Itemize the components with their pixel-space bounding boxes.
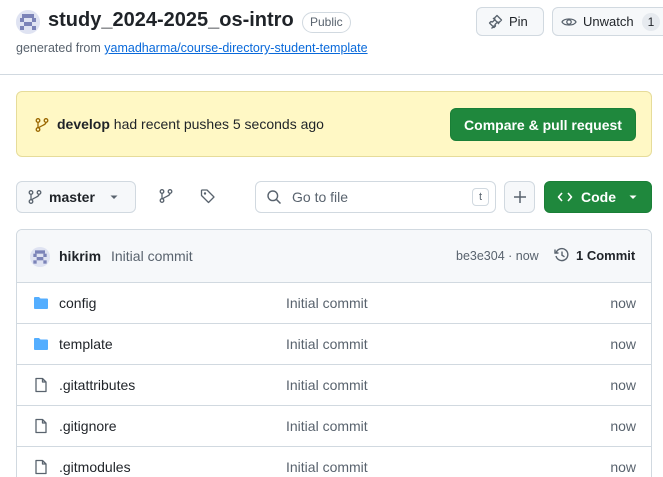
file-name[interactable]: .gitignore	[59, 418, 117, 434]
code-button-label: Code	[581, 189, 616, 205]
file-commit-message[interactable]: Initial commit	[286, 418, 368, 434]
branch-select-button[interactable]: master	[16, 181, 136, 213]
commit-hash-time[interactable]: be3e304 · now	[456, 249, 539, 263]
history-icon	[554, 247, 569, 262]
file-row[interactable]: .gitattributes Initial commit now	[17, 365, 651, 406]
generated-from: generated from yamadharma/course-directo…	[16, 41, 368, 55]
compare-pull-request-button[interactable]: Compare & pull request	[450, 108, 636, 141]
plus-icon	[513, 191, 526, 203]
template-repo-link[interactable]: yamadharma/course-directory-student-temp…	[104, 41, 367, 55]
file-row[interactable]: .gitignore Initial commit now	[17, 406, 651, 447]
file-name[interactable]: template	[59, 336, 113, 352]
file-icon	[35, 418, 47, 434]
commits-link[interactable]: 1 Commit	[554, 247, 635, 263]
tag-icon[interactable]	[200, 188, 216, 204]
branches-icon[interactable]	[158, 188, 174, 204]
commit-message[interactable]: Initial commit	[111, 248, 193, 264]
file-time: now	[610, 459, 636, 475]
folder-icon	[34, 297, 48, 309]
commit-count-label: 1 Commit	[576, 247, 636, 263]
file-icon	[35, 459, 47, 475]
repo-name[interactable]: study_2024-2025_os-intro	[48, 9, 294, 32]
file-name[interactable]: .gitattributes	[59, 377, 135, 393]
branch-icon	[28, 190, 42, 204]
file-commit-message[interactable]: Initial commit	[286, 295, 368, 311]
file-commit-message[interactable]: Initial commit	[286, 336, 368, 352]
file-commit-message[interactable]: Initial commit	[286, 377, 368, 393]
branch-select-label: master	[49, 189, 95, 205]
owner-avatar[interactable]	[16, 10, 40, 34]
branch-icon	[35, 118, 49, 132]
repo-header: study_2024-2025_os-intro Public generate…	[0, 0, 663, 75]
code-icon	[557, 192, 573, 202]
eye-icon	[561, 17, 577, 26]
file-time: now	[610, 377, 636, 393]
chevron-down-icon	[629, 195, 637, 199]
generated-from-label: generated from	[16, 41, 105, 55]
chevron-down-icon	[110, 195, 118, 199]
file-row[interactable]: config Initial commit now	[17, 283, 651, 324]
visibility-badge: Public	[302, 12, 351, 33]
search-icon	[267, 190, 282, 205]
file-time: now	[610, 295, 636, 311]
folder-icon	[34, 338, 48, 350]
file-row[interactable]: template Initial commit now	[17, 324, 651, 365]
commit-author[interactable]: hikrim	[59, 248, 101, 264]
add-file-button[interactable]	[504, 181, 535, 213]
file-icon	[35, 377, 47, 393]
latest-commit-bar: hikrim Initial commit be3e304 · now 1 Co…	[17, 230, 651, 283]
file-browser: hikrim Initial commit be3e304 · now 1 Co…	[16, 229, 652, 477]
push-message-text: had recent pushes 5 seconds ago	[109, 116, 324, 132]
file-name[interactable]: .gitmodules	[59, 459, 131, 475]
file-name[interactable]: config	[59, 295, 96, 311]
keyboard-shortcut-hint: t	[472, 188, 489, 206]
pushed-branch-name[interactable]: develop	[57, 116, 110, 132]
unwatch-button[interactable]: Unwatch 1	[552, 7, 663, 36]
push-message: develop had recent pushes 5 seconds ago	[57, 116, 324, 132]
recent-push-banner: develop had recent pushes 5 seconds ago …	[16, 91, 652, 157]
file-time: now	[610, 336, 636, 352]
file-time: now	[610, 418, 636, 434]
go-to-file-search[interactable]: Go to file t	[255, 181, 496, 213]
search-placeholder: Go to file	[292, 189, 349, 205]
file-commit-message[interactable]: Initial commit	[286, 459, 368, 475]
code-button[interactable]: Code	[544, 181, 652, 213]
file-row[interactable]: .gitmodules Initial commit now	[17, 447, 651, 477]
unwatch-label: Unwatch	[583, 14, 634, 29]
pin-label: Pin	[509, 14, 528, 29]
commit-author-avatar[interactable]	[30, 247, 50, 267]
pin-icon	[488, 14, 503, 29]
pin-button[interactable]: Pin	[476, 7, 544, 36]
watch-count: 1	[641, 12, 661, 31]
